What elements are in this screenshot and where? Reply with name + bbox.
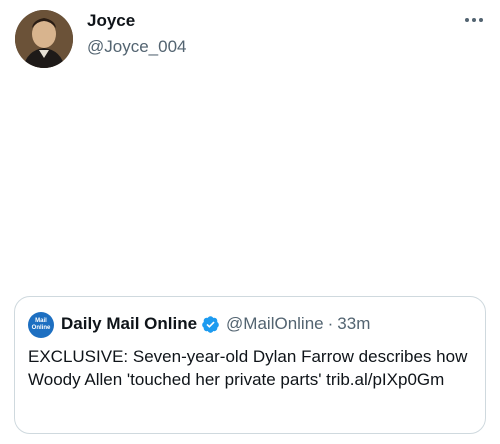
quote-avatar-label-top: Mail [35, 318, 47, 324]
quote-separator: · [327, 314, 334, 333]
quoted-author-avatar[interactable]: Mail Online [28, 312, 54, 338]
author-display-name[interactable]: Joyce [87, 11, 135, 31]
quote-avatar-label-bottom: Online [31, 325, 51, 331]
more-horizontal-icon [465, 18, 469, 22]
author-handle[interactable]: @Joyce_004 [87, 37, 187, 57]
quoted-tweet-header: Daily Mail Online @MailOnline · 33m [61, 314, 370, 334]
verified-badge-icon [202, 315, 219, 333]
more-options-button[interactable] [460, 8, 488, 32]
portrait-image [15, 10, 73, 68]
more-horizontal-icon-dot [472, 18, 476, 22]
quoted-tweet-timestamp[interactable]: 33m [337, 314, 370, 334]
tweet: Joyce @Joyce_004 Mail Online Daily Mail … [0, 0, 500, 444]
quoted-tweet-text: EXCLUSIVE: Seven-year-old Dylan Farrow d… [28, 347, 468, 389]
quoted-tweet-card[interactable]: Mail Online Daily Mail Online @MailOnlin… [14, 296, 486, 434]
quoted-author-name[interactable]: Daily Mail Online [61, 314, 197, 334]
author-avatar[interactable] [15, 10, 73, 68]
more-horizontal-icon-dot [479, 18, 483, 22]
quoted-author-handle[interactable]: @MailOnline [226, 314, 324, 334]
